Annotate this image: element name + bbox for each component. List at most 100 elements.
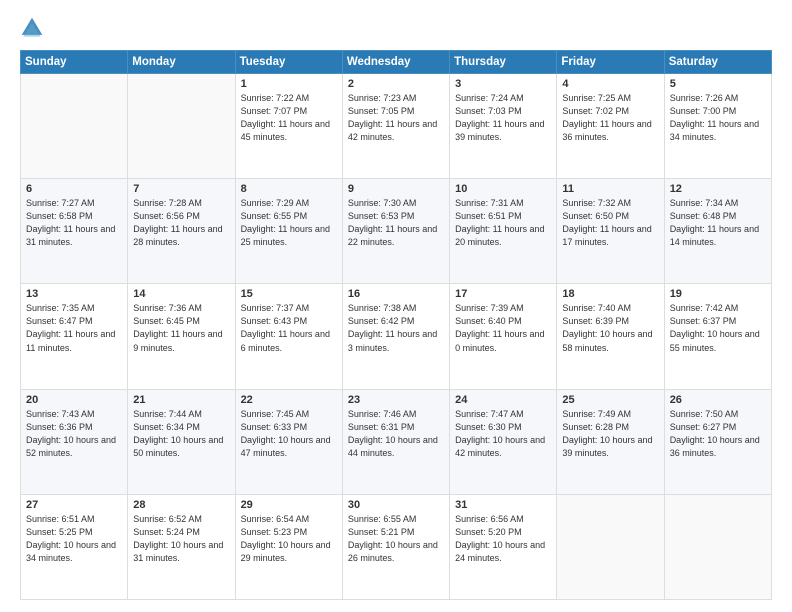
calendar-day-header: Thursday <box>450 51 557 74</box>
day-number: 9 <box>348 183 444 195</box>
day-number: 26 <box>670 394 766 406</box>
calendar-cell: 14 Sunrise: 7:36 AMSunset: 6:45 PMDayligh… <box>128 284 235 389</box>
day-info: Sunrise: 7:36 AMSunset: 6:45 PMDaylight:… <box>133 302 229 354</box>
day-number: 30 <box>348 499 444 511</box>
calendar-cell: 20Sunrise: 7:43 AMSunset: 6:36 PMDayligh… <box>21 389 128 494</box>
calendar-cell: 12 Sunrise: 7:34 AMSunset: 6:48 PMDayligh… <box>664 179 771 284</box>
day-number: 25 <box>562 394 658 406</box>
day-info: Sunrise: 7:28 AMSunset: 6:56 PMDaylight:… <box>133 197 229 249</box>
day-info: Sunrise: 7:40 AMSunset: 6:39 PMDaylight:… <box>562 302 658 354</box>
day-number: 3 <box>455 78 551 90</box>
calendar-week-row: 6 Sunrise: 7:27 AMSunset: 6:58 PMDaylight… <box>21 179 772 284</box>
calendar-cell: 6 Sunrise: 7:27 AMSunset: 6:58 PMDaylight… <box>21 179 128 284</box>
day-info: Sunrise: 7:43 AMSunset: 6:36 PMDaylight:… <box>26 408 122 460</box>
calendar-cell: 23 Sunrise: 7:46 AMSunset: 6:31 PMDayligh… <box>342 389 449 494</box>
day-number: 23 <box>348 394 444 406</box>
calendar-cell: 16Sunrise: 7:38 AMSunset: 6:42 PMDayligh… <box>342 284 449 389</box>
day-info: Sunrise: 7:22 AMSunset: 7:07 PMDaylight:… <box>241 92 337 144</box>
day-number: 14 <box>133 288 229 300</box>
calendar-cell: 26 Sunrise: 7:50 AMSunset: 6:27 PMDayligh… <box>664 389 771 494</box>
day-info: Sunrise: 7:49 AMSunset: 6:28 PMDaylight:… <box>562 408 658 460</box>
day-number: 24 <box>455 394 551 406</box>
calendar-day-header: Saturday <box>664 51 771 74</box>
calendar-week-row: 20Sunrise: 7:43 AMSunset: 6:36 PMDayligh… <box>21 389 772 494</box>
calendar-cell: 3 Sunrise: 7:24 AMSunset: 7:03 PMDaylight… <box>450 74 557 179</box>
calendar-cell: 5 Sunrise: 7:26 AMSunset: 7:00 PMDaylight… <box>664 74 771 179</box>
calendar-cell: 24Sunrise: 7:47 AMSunset: 6:30 PMDayligh… <box>450 389 557 494</box>
calendar-cell: 28 Sunrise: 6:52 AMSunset: 5:24 PMDayligh… <box>128 494 235 599</box>
day-number: 2 <box>348 78 444 90</box>
logo-icon <box>20 16 44 40</box>
day-number: 11 <box>562 183 658 195</box>
day-info: Sunrise: 7:46 AMSunset: 6:31 PMDaylight:… <box>348 408 444 460</box>
day-info: Sunrise: 7:39 AMSunset: 6:40 PMDaylight:… <box>455 302 551 354</box>
day-number: 4 <box>562 78 658 90</box>
day-info: Sunrise: 7:44 AMSunset: 6:34 PMDaylight:… <box>133 408 229 460</box>
day-info: Sunrise: 7:50 AMSunset: 6:27 PMDaylight:… <box>670 408 766 460</box>
calendar-day-header: Tuesday <box>235 51 342 74</box>
day-info: Sunrise: 7:34 AMSunset: 6:48 PMDaylight:… <box>670 197 766 249</box>
logo <box>20 16 48 40</box>
calendar-day-header: Friday <box>557 51 664 74</box>
day-info: Sunrise: 6:51 AMSunset: 5:25 PMDaylight:… <box>26 513 122 565</box>
day-info: Sunrise: 6:54 AMSunset: 5:23 PMDaylight:… <box>241 513 337 565</box>
calendar-cell: 8Sunrise: 7:29 AMSunset: 6:55 PMDaylight… <box>235 179 342 284</box>
day-number: 1 <box>241 78 337 90</box>
day-info: Sunrise: 7:29 AMSunset: 6:55 PMDaylight:… <box>241 197 337 249</box>
calendar-cell <box>664 494 771 599</box>
day-info: Sunrise: 7:27 AMSunset: 6:58 PMDaylight:… <box>26 197 122 249</box>
day-number: 21 <box>133 394 229 406</box>
day-info: Sunrise: 7:42 AMSunset: 6:37 PMDaylight:… <box>670 302 766 354</box>
calendar-cell: 9 Sunrise: 7:30 AMSunset: 6:53 PMDaylight… <box>342 179 449 284</box>
day-number: 28 <box>133 499 229 511</box>
calendar-day-header: Sunday <box>21 51 128 74</box>
day-number: 29 <box>241 499 337 511</box>
day-info: Sunrise: 7:45 AMSunset: 6:33 PMDaylight:… <box>241 408 337 460</box>
calendar-cell <box>21 74 128 179</box>
day-info: Sunrise: 6:55 AMSunset: 5:21 PMDaylight:… <box>348 513 444 565</box>
day-number: 19 <box>670 288 766 300</box>
calendar-cell: 25 Sunrise: 7:49 AMSunset: 6:28 PMDayligh… <box>557 389 664 494</box>
day-info: Sunrise: 7:37 AMSunset: 6:43 PMDaylight:… <box>241 302 337 354</box>
day-number: 31 <box>455 499 551 511</box>
calendar-cell: 31 Sunrise: 6:56 AMSunset: 5:20 PMDayligh… <box>450 494 557 599</box>
calendar-cell: 21 Sunrise: 7:44 AMSunset: 6:34 PMDayligh… <box>128 389 235 494</box>
day-info: Sunrise: 7:26 AMSunset: 7:00 PMDaylight:… <box>670 92 766 144</box>
calendar-week-row: 13 Sunrise: 7:35 AMSunset: 6:47 PMDayligh… <box>21 284 772 389</box>
day-info: Sunrise: 7:32 AMSunset: 6:50 PMDaylight:… <box>562 197 658 249</box>
page: SundayMondayTuesdayWednesdayThursdayFrid… <box>0 0 792 612</box>
calendar-cell: 30 Sunrise: 6:55 AMSunset: 5:21 PMDayligh… <box>342 494 449 599</box>
calendar-cell: 7 Sunrise: 7:28 AMSunset: 6:56 PMDaylight… <box>128 179 235 284</box>
calendar-table: SundayMondayTuesdayWednesdayThursdayFrid… <box>20 50 772 600</box>
calendar-header-row: SundayMondayTuesdayWednesdayThursdayFrid… <box>21 51 772 74</box>
day-number: 16 <box>348 288 444 300</box>
day-number: 5 <box>670 78 766 90</box>
day-info: Sunrise: 7:24 AMSunset: 7:03 PMDaylight:… <box>455 92 551 144</box>
calendar-cell: 29 Sunrise: 6:54 AMSunset: 5:23 PMDayligh… <box>235 494 342 599</box>
day-number: 13 <box>26 288 122 300</box>
day-info: Sunrise: 7:23 AMSunset: 7:05 PMDaylight:… <box>348 92 444 144</box>
day-number: 10 <box>455 183 551 195</box>
calendar-cell: 4Sunrise: 7:25 AMSunset: 7:02 PMDaylight… <box>557 74 664 179</box>
day-number: 7 <box>133 183 229 195</box>
day-number: 15 <box>241 288 337 300</box>
day-number: 12 <box>670 183 766 195</box>
calendar-week-row: 27Sunrise: 6:51 AMSunset: 5:25 PMDayligh… <box>21 494 772 599</box>
day-info: Sunrise: 7:35 AMSunset: 6:47 PMDaylight:… <box>26 302 122 354</box>
calendar-day-header: Monday <box>128 51 235 74</box>
calendar-cell: 13 Sunrise: 7:35 AMSunset: 6:47 PMDayligh… <box>21 284 128 389</box>
calendar-cell <box>557 494 664 599</box>
day-number: 17 <box>455 288 551 300</box>
day-info: Sunrise: 6:52 AMSunset: 5:24 PMDaylight:… <box>133 513 229 565</box>
calendar-cell: 18Sunrise: 7:40 AMSunset: 6:39 PMDayligh… <box>557 284 664 389</box>
day-info: Sunrise: 7:30 AMSunset: 6:53 PMDaylight:… <box>348 197 444 249</box>
day-info: Sunrise: 7:31 AMSunset: 6:51 PMDaylight:… <box>455 197 551 249</box>
day-info: Sunrise: 6:56 AMSunset: 5:20 PMDaylight:… <box>455 513 551 565</box>
calendar-cell: 19 Sunrise: 7:42 AMSunset: 6:37 PMDayligh… <box>664 284 771 389</box>
calendar-cell: 1 Sunrise: 7:22 AMSunset: 7:07 PMDaylight… <box>235 74 342 179</box>
calendar-day-header: Wednesday <box>342 51 449 74</box>
calendar-week-row: 1 Sunrise: 7:22 AMSunset: 7:07 PMDaylight… <box>21 74 772 179</box>
calendar-cell: 15 Sunrise: 7:37 AMSunset: 6:43 PMDayligh… <box>235 284 342 389</box>
day-number: 6 <box>26 183 122 195</box>
calendar-cell: 10 Sunrise: 7:31 AMSunset: 6:51 PMDayligh… <box>450 179 557 284</box>
